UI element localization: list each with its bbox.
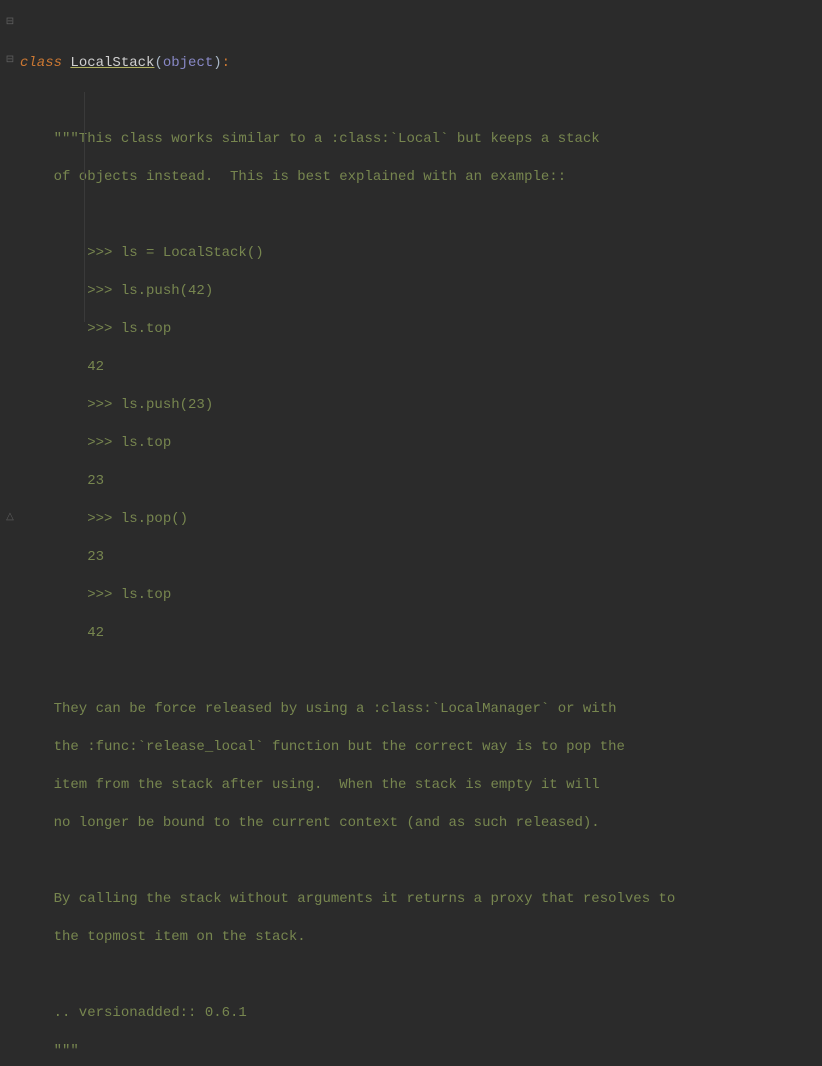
docstring-line: .. versionadded:: 0.6.1 [20,1004,822,1023]
docstring-line: the :func:`release_local` function but t… [20,738,822,757]
code-editor[interactable]: class LocalStack(object): """This class … [20,0,822,533]
docstring-line: >>> ls.top [20,586,822,605]
fold-end-icon: △ [4,512,16,524]
docstring-line: """ [20,1042,822,1061]
blank-line [20,206,822,225]
docstring-line: the topmost item on the stack. [20,928,822,947]
docstring-line: """This class works similar to a :class:… [20,130,822,149]
docstring-line: >>> ls.top [20,320,822,339]
docstring-line: By calling the stack without arguments i… [20,890,822,909]
blank-line [20,662,822,681]
class-name: LocalStack [70,55,154,71]
docstring-line: 23 [20,472,822,491]
docstring-line: >>> ls.push(42) [20,282,822,301]
docstring-line: 23 [20,548,822,567]
colon: : [222,55,230,71]
base-class: object [163,55,213,71]
docstring-line: >>> ls = LocalStack() [20,244,822,263]
indent-guide [84,92,85,322]
blank-line [20,852,822,871]
docstring-line: item from the stack after using. When th… [20,776,822,795]
fold-toggle-class[interactable]: ⊟ [4,17,16,29]
docstring-line: >>> ls.push(23) [20,396,822,415]
docstring-line: of objects instead. This is best explain… [20,168,822,187]
code-line: class LocalStack(object): [20,54,822,73]
gutter: ⊟ ⊟ △ [0,0,20,533]
docstring-line: >>> ls.top [20,434,822,453]
docstring-line: 42 [20,624,822,643]
blank-line [20,92,822,111]
docstring-line: 42 [20,358,822,377]
docstring-line: They can be force released by using a :c… [20,700,822,719]
close-paren: ) [213,55,221,71]
keyword-class: class [20,55,70,71]
blank-line [20,966,822,985]
open-paren: ( [154,55,162,71]
fold-toggle-docstring[interactable]: ⊟ [4,55,16,67]
docstring-line: no longer be bound to the current contex… [20,814,822,833]
docstring-line: >>> ls.pop() [20,510,822,529]
